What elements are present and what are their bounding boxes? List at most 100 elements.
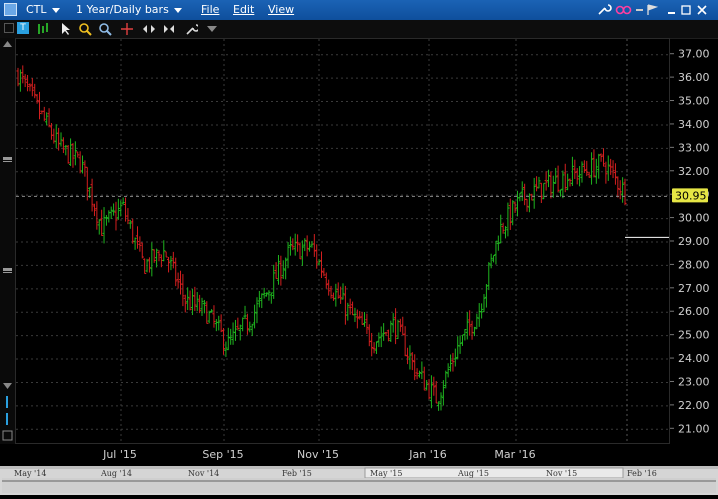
price-bar (508, 198, 512, 230)
price-bar (422, 366, 426, 391)
price-bar (343, 285, 347, 325)
price-bar (303, 238, 307, 252)
price-bar (202, 299, 207, 314)
menu-view[interactable]: View (268, 3, 294, 17)
close-icon[interactable] (697, 5, 707, 15)
price-bar (580, 161, 584, 183)
price-bar (446, 363, 450, 378)
price-bar (59, 132, 63, 147)
price-bar (551, 175, 555, 198)
price-bar (92, 203, 97, 217)
expand-icon[interactable] (4, 23, 14, 33)
triangle-down-icon[interactable] (3, 383, 12, 389)
price-bar (114, 201, 118, 231)
y-tick-label: 36.00 (678, 71, 710, 84)
price-bar (190, 288, 195, 316)
price-bar (537, 176, 541, 189)
price-bar (582, 160, 586, 173)
text-tool-icon[interactable]: T (17, 22, 29, 34)
navigator-label: Aug '14 (101, 469, 132, 478)
chevron-down-icon (173, 7, 182, 13)
price-bar (286, 242, 290, 269)
price-bar (494, 240, 498, 265)
zoom-out-icon[interactable] (98, 22, 112, 36)
menu-file[interactable]: File (201, 3, 219, 17)
price-bar (429, 375, 434, 409)
wrench-icon[interactable] (598, 4, 612, 15)
price-bar (152, 249, 156, 263)
x-tick-label: Mar '16 (494, 448, 535, 461)
price-bar (621, 177, 625, 203)
window-title-bar: CTL 1 Year/Daily bars File Edit View (0, 0, 718, 20)
splitter-handle-bottom[interactable] (3, 268, 12, 273)
triangle-up-icon[interactable] (3, 41, 12, 47)
price-bar (391, 313, 395, 333)
price-bar (116, 198, 120, 220)
period-label: 1 Year/Daily bars (76, 3, 169, 16)
price-bar (214, 319, 218, 332)
price-bar (164, 251, 168, 258)
navigator-label: May '15 (370, 469, 403, 478)
period-dropdown[interactable]: 1 Year/Daily bars (76, 3, 182, 17)
price-bar (456, 336, 460, 360)
fit-horizontal-icon[interactable] (142, 22, 156, 36)
symbol-dropdown[interactable]: CTL (26, 3, 60, 17)
price-bar (121, 197, 125, 206)
price-bar (353, 307, 357, 322)
price-bar (279, 255, 283, 286)
price-bar (327, 279, 331, 296)
price-bar (539, 182, 543, 204)
flag-icon[interactable] (647, 4, 659, 15)
price-bar (25, 74, 30, 92)
y-tick-label: 27.00 (678, 282, 710, 295)
price-chart[interactable] (15, 38, 670, 444)
minimize-icon[interactable] (668, 12, 675, 14)
window-controls (598, 4, 707, 15)
bar-type-icon[interactable] (36, 22, 50, 36)
minus-icon[interactable] (636, 9, 643, 11)
price-bar (178, 270, 183, 295)
triangle-down-icon[interactable] (205, 22, 219, 36)
price-bar (133, 237, 137, 250)
price-bar (150, 242, 154, 277)
price-bar (382, 323, 386, 341)
price-bar (415, 368, 419, 380)
price-bar (231, 322, 235, 345)
time-axis[interactable]: Jul '15 Sep '15 Nov '15 Jan '16 Mar '16 (15, 444, 718, 466)
price-bar (556, 165, 560, 193)
navigator-window[interactable] (364, 467, 624, 479)
maximize-icon[interactable] (681, 5, 691, 15)
collapse-icon[interactable] (2, 430, 13, 441)
y-tick-label: 34.00 (678, 118, 710, 131)
price-bar (434, 380, 438, 404)
price-bar (460, 334, 465, 346)
settings-icon[interactable] (184, 22, 198, 36)
price-axis[interactable]: 37.0036.0035.0034.0033.0032.0031.0030.00… (670, 38, 718, 444)
price-bar (506, 202, 510, 237)
price-bar (217, 315, 221, 331)
price-bar (592, 149, 596, 178)
price-bar (534, 176, 539, 192)
price-bar (30, 78, 34, 97)
price-bar (97, 219, 101, 235)
price-bar (561, 170, 565, 199)
navigator-label: May '14 (14, 469, 47, 478)
price-bar (73, 141, 77, 166)
price-bar (480, 303, 484, 319)
price-bar (300, 240, 304, 266)
price-bar (346, 302, 350, 321)
price-bar (601, 148, 606, 167)
menu-edit[interactable]: Edit (233, 3, 254, 17)
y-tick-label: 29.00 (678, 235, 710, 248)
price-bar (525, 198, 529, 212)
link-icon[interactable] (615, 5, 632, 15)
compress-icon[interactable] (162, 22, 176, 36)
cursor-icon[interactable] (58, 22, 72, 36)
splitter-handle-top[interactable] (3, 157, 12, 162)
price-bar (236, 317, 240, 331)
price-bar (245, 313, 250, 335)
zoom-in-icon[interactable] (78, 22, 92, 36)
price-bar (264, 292, 269, 297)
price-bar (611, 160, 615, 179)
crosshair-icon[interactable] (120, 22, 134, 36)
